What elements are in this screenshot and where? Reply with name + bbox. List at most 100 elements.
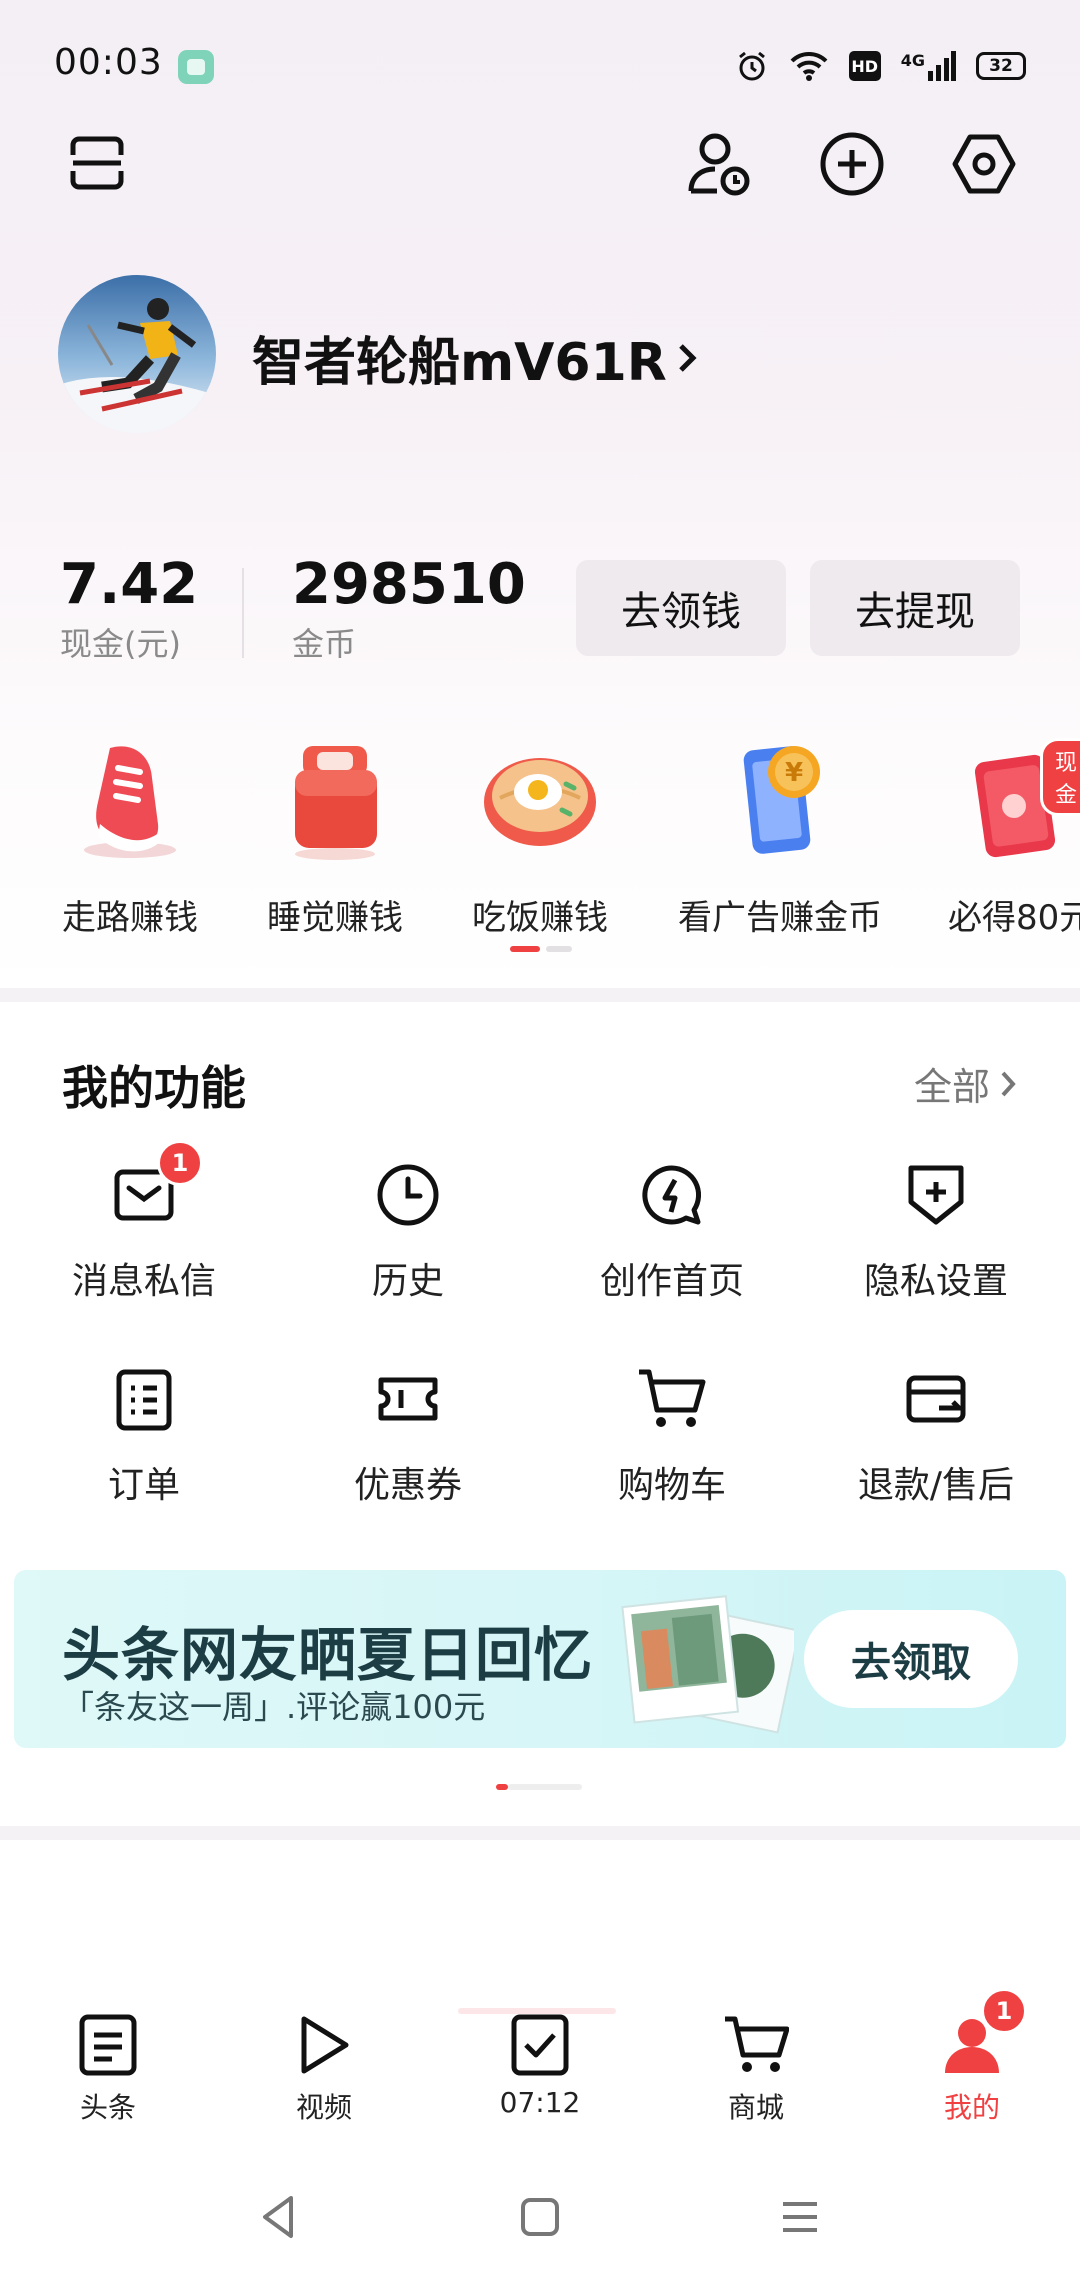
cart-icon	[637, 1364, 707, 1434]
feature-cart[interactable]: 购物车	[552, 1364, 792, 1508]
feature-label: 消息私信	[71, 1261, 216, 1302]
nav-label: 商城	[727, 2091, 784, 2124]
alarm-icon	[735, 49, 769, 83]
nav-mall[interactable]: 商城	[676, 2010, 836, 2126]
red-envelope-icon: 现金	[970, 728, 1080, 868]
earn-redpacket[interactable]: 现金 必得80元	[930, 728, 1080, 939]
battery-indicator: 32	[976, 52, 1026, 80]
avatar[interactable]	[58, 275, 216, 433]
promo-banner[interactable]: 头条网友晒夏日回忆 「条友这一周」.评论赢100元 去领取	[14, 1570, 1066, 1748]
sneaker-icon	[60, 728, 200, 868]
coins-stat[interactable]: 298510 金币	[292, 552, 526, 665]
coins-label: 金币	[292, 625, 357, 663]
refund-card-icon	[901, 1364, 971, 1434]
sleep-icon	[265, 728, 405, 868]
section-separator	[0, 1826, 1080, 1840]
see-all-link[interactable]: 全部	[914, 1056, 1018, 1111]
lightning-bubble-icon	[637, 1160, 707, 1230]
chevron-right-icon	[1001, 1071, 1016, 1096]
earn-watch-ads[interactable]: ¥ 看广告赚金币	[665, 728, 895, 939]
cash-label: 现金(元)	[60, 625, 181, 663]
visitors-button[interactable]	[684, 128, 756, 200]
settings-button[interactable]	[948, 128, 1020, 200]
meal-bowl-icon	[470, 728, 610, 868]
feature-messages[interactable]: 1 消息私信	[24, 1140, 264, 1304]
feature-label: 购物车	[617, 1465, 726, 1506]
earn-pager	[510, 946, 572, 952]
message-badge: 1	[157, 1140, 203, 1186]
app-notification-icon	[178, 50, 214, 84]
scan-button[interactable]	[62, 128, 132, 198]
username-link[interactable]: 智者轮船mV61R	[252, 320, 701, 395]
banner-subtitle: 「条友这一周」.评论赢100元	[62, 1688, 486, 1726]
earn-label: 睡觉赚钱	[267, 898, 403, 938]
username: 智者轮船mV61R	[252, 333, 667, 393]
wifi-icon	[789, 50, 829, 82]
feature-privacy[interactable]: 隐私设置	[816, 1160, 1056, 1304]
banner-photos-image	[614, 1588, 801, 1738]
back-triangle-icon	[263, 2196, 293, 2238]
feature-history[interactable]: 历史	[288, 1160, 528, 1304]
cart-icon	[721, 2010, 791, 2080]
earn-sleep[interactable]: 睡觉赚钱	[235, 728, 435, 939]
shield-plus-icon	[901, 1160, 971, 1230]
banner-pager	[496, 1784, 582, 1790]
back-button[interactable]	[255, 2192, 305, 2242]
coupon-icon	[373, 1364, 443, 1434]
withdraw-button[interactable]: 去提现	[810, 560, 1020, 656]
feature-orders[interactable]: 订单	[24, 1364, 264, 1508]
signal-icon: 4G	[901, 51, 956, 81]
section-separator	[0, 988, 1080, 1002]
feature-coupons[interactable]: 优惠券	[288, 1364, 528, 1508]
plus-circle-icon	[820, 132, 884, 196]
feature-label: 订单	[107, 1465, 180, 1506]
nav-label: 07:12	[499, 2086, 581, 2119]
coins-value: 298510	[292, 552, 526, 617]
phone-coin-icon: ¥	[710, 728, 850, 868]
earn-meal[interactable]: 吃饭赚钱	[440, 728, 640, 939]
home-square-icon	[521, 2198, 559, 2236]
stats-divider	[242, 568, 244, 658]
message-icon: 1	[109, 1140, 203, 1230]
scan-icon	[70, 136, 124, 190]
home-button[interactable]	[515, 2192, 565, 2242]
feature-label: 隐私设置	[863, 1261, 1008, 1302]
feature-creator-home[interactable]: 创作首页	[552, 1160, 792, 1304]
nav-label: 视频	[295, 2091, 352, 2124]
nav-me-badge: 1	[981, 1988, 1027, 2034]
banner-title: 头条网友晒夏日回忆	[62, 1621, 594, 1689]
earn-label: 看广告赚金币	[678, 898, 882, 938]
cash-value: 7.42	[60, 552, 199, 617]
user-clock-icon	[688, 133, 750, 196]
system-navigation	[0, 2180, 1080, 2260]
nav-label: 我的	[943, 2091, 1000, 2124]
recents-button[interactable]	[775, 2192, 825, 2242]
earn-walk[interactable]: 走路赚钱	[30, 728, 230, 939]
bottom-nav: 头条 视频 07:12 商城 1 我的	[0, 1988, 1080, 2160]
settings-hexagon-icon	[952, 134, 1016, 194]
nav-tasks[interactable]: 07:12	[460, 2010, 620, 2119]
feature-label: 历史	[371, 1261, 444, 1302]
feature-label: 退款/售后	[857, 1465, 1015, 1506]
banner-claim-button[interactable]: 去领取	[804, 1610, 1018, 1708]
status-icons: HD 4G 32	[735, 46, 1026, 86]
network-type: 4G	[900, 51, 925, 70]
earn-label: 走路赚钱	[62, 898, 198, 938]
feature-label: 优惠券	[353, 1465, 462, 1506]
chevron-right-icon	[679, 343, 697, 372]
nav-label: 头条	[79, 2091, 136, 2124]
feature-label: 创作首页	[599, 1261, 744, 1302]
nav-headlines[interactable]: 头条	[28, 2010, 188, 2126]
clock-icon	[373, 1160, 443, 1230]
claim-money-button[interactable]: 去领钱	[576, 560, 786, 656]
add-button[interactable]	[816, 128, 888, 200]
cash-tag: 现金	[1040, 738, 1080, 816]
order-list-icon	[109, 1364, 179, 1434]
avatar-skier-image	[58, 275, 216, 433]
hd-badge: HD	[848, 51, 881, 81]
cash-stat[interactable]: 7.42 现金(元)	[60, 552, 198, 665]
feature-refund[interactable]: 退款/售后	[816, 1364, 1056, 1508]
nav-video[interactable]: 视频	[244, 2010, 404, 2126]
news-icon	[73, 2010, 143, 2080]
nav-me[interactable]: 1 我的	[892, 1988, 1052, 2126]
